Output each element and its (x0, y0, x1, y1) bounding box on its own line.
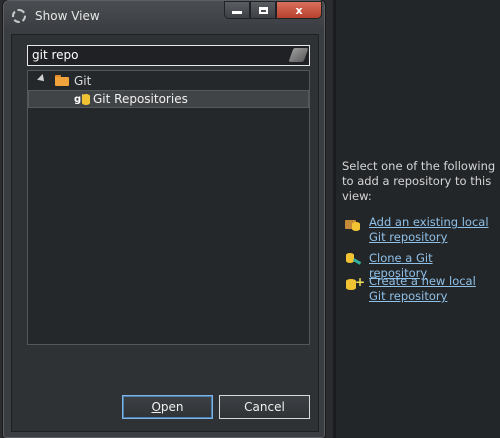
maximize-button[interactable] (250, 1, 276, 19)
create-repo-icon: + (345, 275, 365, 290)
open-label: pen (160, 400, 184, 414)
minimize-button[interactable] (224, 1, 250, 19)
filter-input[interactable]: git repo (27, 45, 310, 66)
close-button[interactable]: x (276, 1, 322, 19)
open-button[interactable]: Open (122, 395, 213, 419)
close-icon: x (295, 3, 303, 17)
expand-collapse-icon[interactable] (37, 74, 47, 84)
open-mnemonic: O (151, 400, 161, 414)
dialog-title: Show View (35, 9, 100, 23)
dialog-content: git repo Git git Git Repositories Open C… (11, 34, 319, 432)
git-repositories-icon: git (74, 93, 90, 107)
add-existing-repo-icon (345, 217, 361, 231)
add-existing-repo-link[interactable]: Add an existing local Git repository (369, 215, 494, 245)
show-view-dialog: Show View x git repo Git git Git Reposit… (3, 0, 325, 438)
tree-item-label: Git Repositories (93, 92, 188, 106)
minimize-icon (232, 10, 242, 14)
clone-repo-icon (345, 253, 362, 267)
create-repo-link[interactable]: Create a new local Git repository (369, 274, 494, 304)
maximize-icon (258, 6, 268, 14)
dialog-titlebar[interactable]: Show View x (4, 1, 324, 31)
folder-icon (55, 75, 69, 86)
tree-item-git[interactable]: Git (28, 72, 309, 90)
clear-filter-icon[interactable] (288, 48, 309, 62)
cancel-button[interactable]: Cancel (219, 395, 310, 419)
repo-view-intro: Select one of the following to add a rep… (342, 159, 496, 203)
show-view-icon (12, 9, 26, 23)
filter-input-value: git repo (32, 48, 79, 62)
tree-item-git-repositories[interactable]: git Git Repositories (28, 90, 309, 108)
tree-item-label: Git (74, 74, 92, 88)
window-buttons: x (224, 1, 322, 21)
view-tree: Git git Git Repositories (27, 70, 310, 345)
